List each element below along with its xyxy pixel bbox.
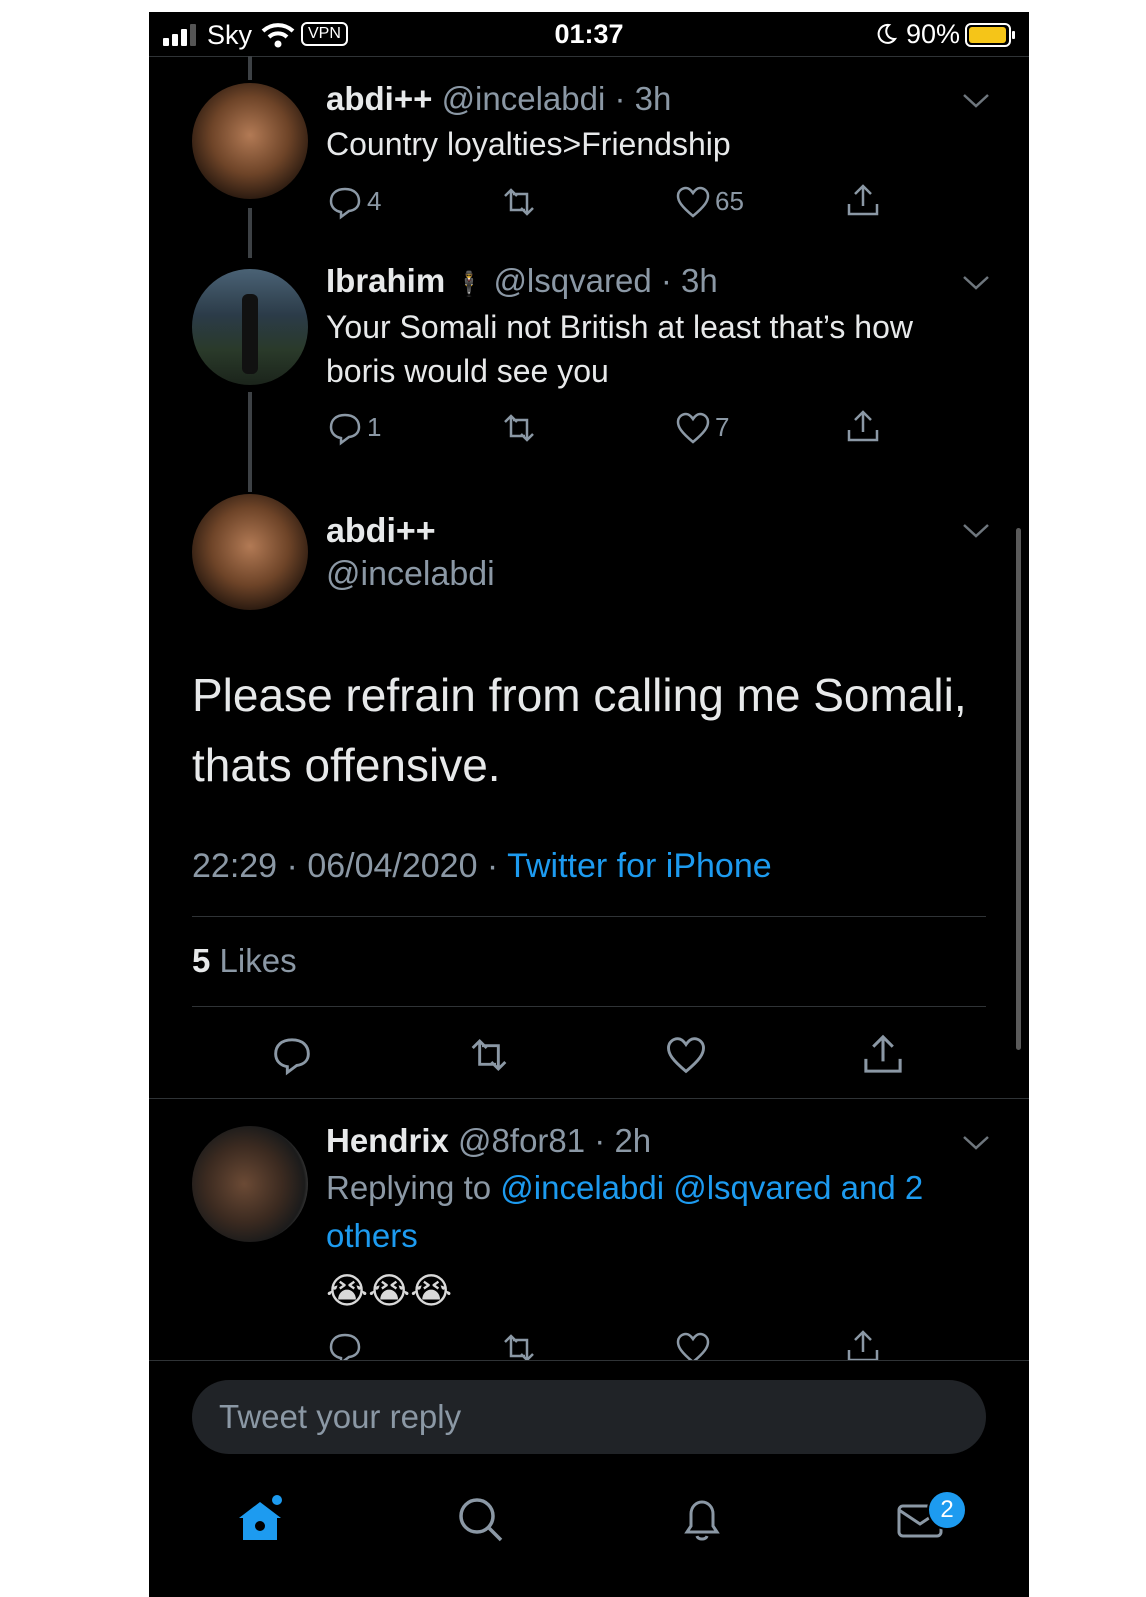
- phone-screen: Sky VPN 01:37 90% abdi++ @incelabdi · 3h…: [149, 12, 1029, 1597]
- author-handle[interactable]: @incelabdi: [442, 80, 606, 117]
- avatar[interactable]: [192, 1126, 308, 1242]
- status-divider: [149, 56, 1029, 57]
- tweet-time: 2h: [614, 1122, 652, 1159]
- chevron-down-icon[interactable]: [962, 92, 990, 110]
- share-icon[interactable]: [861, 1032, 905, 1076]
- divider: [192, 916, 986, 917]
- chevron-down-icon[interactable]: [962, 522, 990, 540]
- retweet-icon[interactable]: [499, 184, 539, 220]
- clock: 01:37: [554, 19, 624, 49]
- reply-count: 4: [367, 186, 382, 216]
- divider: [192, 1006, 986, 1007]
- battery-icon: [965, 23, 1015, 47]
- like-icon[interactable]: [665, 1034, 707, 1076]
- thread-line: [248, 392, 252, 492]
- tweet-text: Country loyalties>Friendship: [326, 126, 731, 162]
- thread-line: [248, 56, 252, 80]
- scrollbar[interactable]: [1016, 528, 1021, 1050]
- retweet-icon[interactable]: [465, 1034, 513, 1076]
- bell-icon[interactable]: [677, 1494, 727, 1544]
- like-count: 7: [715, 412, 730, 442]
- status-bar: Sky VPN 01:37 90%: [149, 12, 1029, 56]
- likes-label: Likes: [219, 942, 297, 979]
- author-handle[interactable]: @incelabdi: [326, 555, 495, 594]
- tweet-text: Your Somali not British at least that’s …: [326, 309, 913, 389]
- reply-count: 1: [367, 412, 382, 442]
- divider: [149, 1360, 1029, 1361]
- moon-icon: [877, 23, 897, 44]
- tweet-time: 22:29: [192, 847, 278, 885]
- reply-icon[interactable]: [327, 184, 363, 220]
- reply-icon[interactable]: [271, 1034, 313, 1076]
- like-icon[interactable]: [675, 410, 711, 446]
- avatar[interactable]: [192, 83, 308, 199]
- avatar[interactable]: [192, 494, 308, 610]
- tweet-time: 3h: [634, 80, 672, 117]
- tweet-text: 😭😭😭: [326, 1270, 453, 1311]
- reply-placeholder: Tweet your reply: [219, 1398, 462, 1435]
- share-icon[interactable]: [845, 408, 881, 444]
- replying-to: Replying to @incelabdi @lsqvared and 2 o…: [326, 1164, 986, 1260]
- messages-badge: 2: [927, 1490, 967, 1530]
- reply-composer[interactable]: Tweet your reply: [192, 1380, 986, 1454]
- tweet-text: Please refrain from calling me Somali, t…: [192, 669, 967, 791]
- like-count: 65: [715, 186, 744, 216]
- battery-percent: 90%: [906, 19, 961, 49]
- author-name: Ibrahim: [326, 262, 446, 299]
- tweet-source-link[interactable]: Twitter for iPhone: [507, 847, 772, 885]
- author-name: abdi++: [326, 512, 436, 550]
- replying-prefix: Replying to: [326, 1169, 492, 1206]
- divider: [149, 1098, 1029, 1099]
- author-emoji: 🕴: [454, 271, 485, 298]
- likes-summary[interactable]: 5 Likes: [192, 942, 297, 980]
- retweet-icon[interactable]: [499, 410, 539, 446]
- tweet-author: abdi++ @incelabdi · 3h: [326, 80, 672, 117]
- chevron-down-icon[interactable]: [962, 274, 990, 292]
- thread-line: [248, 208, 252, 258]
- author-name: Hendrix: [326, 1122, 449, 1159]
- home-icon[interactable]: [235, 1494, 285, 1544]
- reply-icon[interactable]: [327, 410, 363, 446]
- search-icon[interactable]: [455, 1494, 505, 1544]
- avatar[interactable]: [192, 269, 308, 385]
- author-handle[interactable]: @lsqvared: [493, 262, 651, 299]
- tweet-author: Hendrix @8for81 · 2h: [326, 1122, 652, 1159]
- likes-count: 5: [192, 942, 211, 979]
- tweet-time: 3h: [681, 262, 718, 299]
- chevron-down-icon[interactable]: [962, 1134, 990, 1152]
- share-icon[interactable]: [845, 182, 881, 218]
- share-icon[interactable]: [845, 1328, 881, 1364]
- like-icon[interactable]: [675, 184, 711, 220]
- author-name: abdi++: [326, 80, 433, 117]
- tweet-meta: 22:29 · 06/04/2020 · Twitter for iPhone: [192, 847, 772, 885]
- author-handle[interactable]: @8for81: [458, 1122, 585, 1159]
- tweet-author: Ibrahim 🕴 @lsqvared · 3h: [326, 262, 718, 299]
- tweet-date: 06/04/2020: [307, 847, 478, 885]
